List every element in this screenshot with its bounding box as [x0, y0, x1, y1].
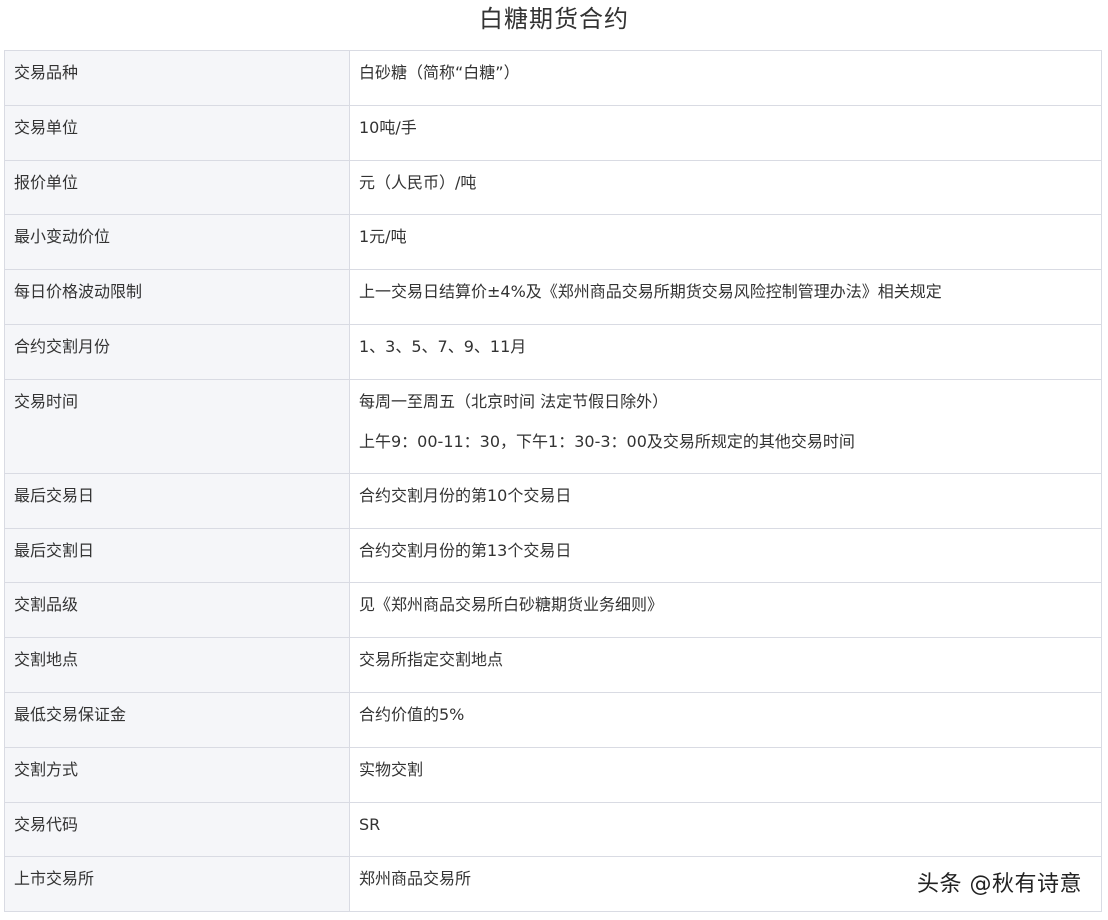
- row-value-line: 元（人民币）/吨: [359, 172, 477, 192]
- row-value-line: 1、3、5、7、9、11月: [359, 336, 527, 356]
- row-value: 每周一至周五（北京时间 法定节假日除外） 上午9：00-11：30，下午1：30…: [349, 378, 1102, 474]
- contract-table: 交易品种 白砂糖（简称“白糖”） 交易单位 10吨/手 报价单位 元（人民币）/…: [4, 50, 1102, 913]
- row-value: 白砂糖（简称“白糖”）: [349, 50, 1102, 106]
- row-label: 最后交割日: [4, 527, 350, 584]
- table-row: 交割品级 见《郑州商品交易所白砂糖期货业务细则》: [4, 582, 1102, 639]
- row-value-line: 见《郑州商品交易所白砂糖期货业务细则》: [359, 595, 664, 615]
- row-value-line: SR: [359, 814, 381, 834]
- row-label: 交割方式: [4, 746, 350, 803]
- row-value: 上一交易日结算价±4%及《郑州商品交易所期货交易风险控制管理办法》相关规定: [349, 269, 1102, 325]
- row-value: 合约价值的5%: [349, 691, 1102, 748]
- row-label: 最低交易保证金: [4, 691, 350, 748]
- table-row: 合约交割月份 1、3、5、7、9、11月: [4, 323, 1102, 380]
- row-value-line: 合约交割月份的第10个交易日: [359, 485, 572, 505]
- row-label: 交割品级: [4, 582, 350, 639]
- row-value-line: 上午9：00-11：30，下午1：30-3：00及交易所规定的其他交易时间: [359, 431, 855, 451]
- table-row: 交易代码 SR: [4, 801, 1102, 858]
- row-value-line: 合约交割月份的第13个交易日: [359, 540, 572, 560]
- row-value: 合约交割月份的第13个交易日: [349, 527, 1102, 584]
- table-row: 最低交易保证金 合约价值的5%: [4, 691, 1102, 748]
- table-row: 交割方式 实物交割: [4, 746, 1102, 803]
- row-value-line: 交易所指定交割地点: [359, 650, 504, 670]
- table-row: 交割地点 交易所指定交割地点: [4, 637, 1102, 693]
- row-value: SR: [349, 801, 1102, 858]
- row-label: 上市交易所: [4, 856, 350, 913]
- page-title: 白糖期货合约: [479, 5, 629, 33]
- row-label: 报价单位: [4, 159, 350, 216]
- row-value-line: 每周一至周五（北京时间 法定节假日除外）: [359, 391, 669, 411]
- table-row: 报价单位 元（人民币）/吨: [4, 159, 1102, 216]
- row-label: 交易时间: [4, 378, 350, 474]
- table-row: 每日价格波动限制 上一交易日结算价±4%及《郑州商品交易所期货交易风险控制管理办…: [4, 269, 1102, 325]
- row-label: 最后交易日: [4, 472, 350, 529]
- table-row: 交易时间 每周一至周五（北京时间 法定节假日除外） 上午9：00-11：30，下…: [4, 378, 1102, 474]
- row-label: 每日价格波动限制: [4, 269, 350, 325]
- row-label: 交易品种: [4, 50, 350, 106]
- row-value: 交易所指定交割地点: [349, 637, 1102, 693]
- row-value-line: 合约价值的5%: [359, 704, 465, 724]
- row-label: 交割地点: [4, 637, 350, 693]
- table-row: 交易品种 白砂糖（简称“白糖”）: [4, 50, 1102, 106]
- table-row: 最小变动价位 1元/吨: [4, 214, 1102, 271]
- row-value-line: 实物交割: [359, 759, 424, 779]
- watermark-text: 头条 @秋有诗意: [917, 872, 1082, 897]
- row-value: 合约交割月份的第10个交易日: [349, 472, 1102, 529]
- row-label: 合约交割月份: [4, 323, 350, 380]
- row-label: 交易代码: [4, 801, 350, 858]
- table-row: 最后交易日 合约交割月份的第10个交易日: [4, 472, 1102, 529]
- row-value-line: 上一交易日结算价±4%及《郑州商品交易所期货交易风险控制管理办法》相关规定: [359, 282, 942, 302]
- row-value: 元（人民币）/吨: [349, 159, 1102, 216]
- row-value-line: 白砂糖（简称“白糖”）: [359, 63, 520, 82]
- row-value-line: 1元/吨: [359, 227, 407, 247]
- row-value: 1元/吨: [349, 214, 1102, 271]
- row-label: 最小变动价位: [4, 214, 350, 271]
- row-label: 交易单位: [4, 104, 350, 161]
- row-value-line: 10吨/手: [359, 117, 417, 137]
- row-value: 1、3、5、7、9、11月: [349, 323, 1102, 380]
- row-value: 实物交割: [349, 746, 1102, 803]
- row-value: 10吨/手: [349, 104, 1102, 161]
- table-row: 交易单位 10吨/手: [4, 104, 1102, 161]
- table-row: 最后交割日 合约交割月份的第13个交易日: [4, 527, 1102, 584]
- row-value: 见《郑州商品交易所白砂糖期货业务细则》: [349, 582, 1102, 639]
